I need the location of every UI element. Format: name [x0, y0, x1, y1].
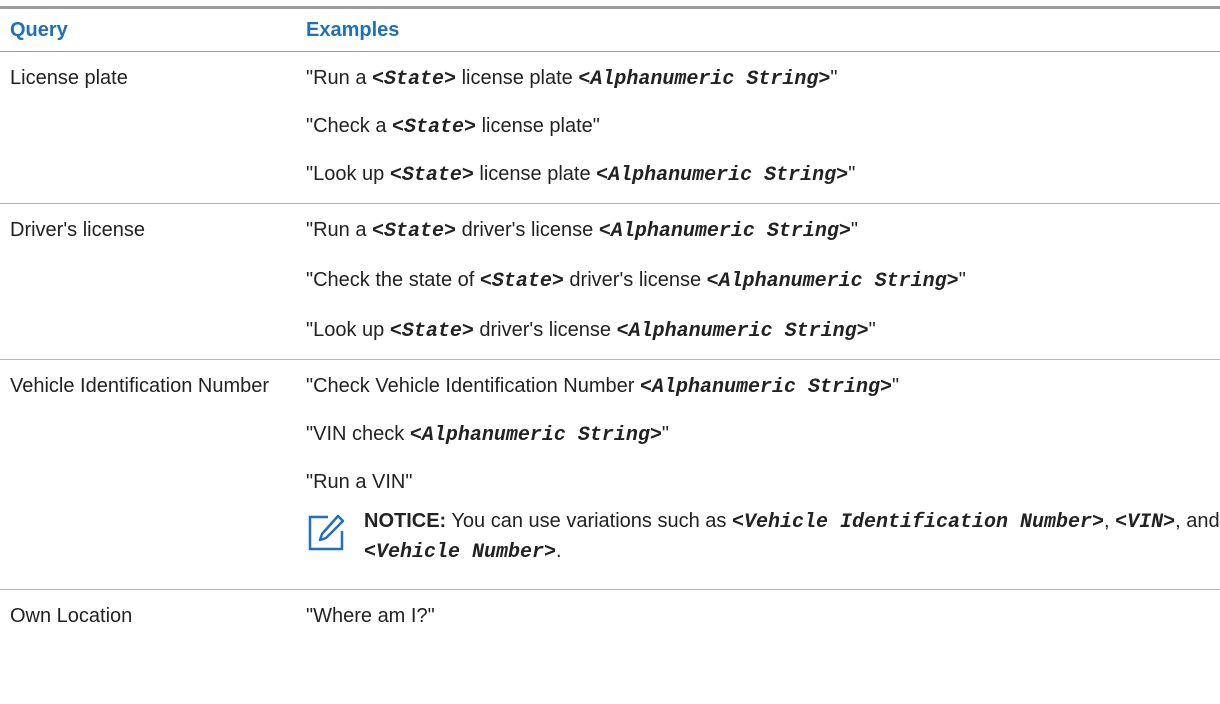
example-text: "Check a [306, 115, 393, 137]
query-cell: Driver's license [10, 219, 145, 241]
example-param: <Alphanumeric String> [639, 376, 892, 399]
example-line: "Where am I?" [306, 603, 1220, 629]
example-text: "Run a [306, 67, 373, 89]
notice-pencil-icon [306, 513, 346, 553]
notice-variation: <Vehicle Identification Number> [731, 511, 1105, 534]
example-line: "Check Vehicle Identification Number <Al… [306, 373, 1220, 401]
notice-body: , [1104, 510, 1116, 532]
example-param: <State> [372, 220, 457, 243]
notice-text: NOTICE: You can use variations such as <… [364, 507, 1220, 567]
example-text: " [850, 219, 858, 241]
example-line: "Check the state of <State> driver's lic… [306, 265, 1220, 297]
notice-body: You can use variations such as [446, 510, 732, 532]
query-examples-table: Query Examples License plate "Run a <Sta… [0, 6, 1220, 643]
example-text: license plate [473, 163, 597, 185]
example-param: <Alphanumeric String> [409, 424, 662, 447]
example-text: driver's license [563, 269, 707, 291]
examples-cell: "Run a <State> driver's license <Alphanu… [290, 204, 1220, 359]
example-param: <Alphanumeric String> [598, 220, 851, 243]
example-param: <State> [479, 270, 564, 293]
examples-cell: "Check Vehicle Identification Number <Al… [290, 360, 1220, 589]
example-text: driver's license [456, 219, 599, 241]
example-text: license plate" [476, 115, 600, 137]
example-param: <State> [389, 164, 474, 187]
example-text: license plate [456, 67, 579, 89]
example-param: <Alphanumeric String> [616, 320, 869, 343]
examples-cell: "Run a <State> license plate <Alphanumer… [290, 52, 1220, 203]
table-row: Driver's license "Run a <State> driver's… [0, 204, 1220, 360]
example-param: <Alphanumeric String> [706, 270, 959, 293]
example-text: " [661, 423, 669, 445]
example-text: "Run a VIN" [306, 471, 413, 493]
example-text: driver's license [473, 319, 617, 341]
notice-label: NOTICE: [364, 510, 447, 532]
example-line: "VIN check <Alphanumeric String>" [306, 421, 1220, 449]
example-line: "Run a VIN" [306, 469, 1220, 495]
example-text: " [891, 375, 900, 397]
notice-body: , and [1175, 510, 1220, 532]
example-param: <Alphanumeric String> [578, 68, 831, 91]
query-cell: Vehicle Identification Number [10, 375, 270, 397]
header-examples: Examples [306, 19, 400, 41]
examples-cell: "Where am I?" [290, 590, 1220, 643]
example-line: "Run a <State> license plate <Alphanumer… [306, 65, 1220, 93]
example-line: "Look up <State> driver's license <Alpha… [306, 317, 1220, 345]
example-text: "VIN check [306, 423, 410, 445]
example-param: <Alphanumeric String> [596, 164, 849, 187]
notice-box: NOTICE: You can use variations such as <… [306, 507, 1220, 567]
example-text: " [868, 319, 876, 341]
example-param: <State> [389, 320, 474, 343]
example-text: " [958, 269, 966, 291]
example-text: "Check the state of [306, 269, 480, 291]
notice-body: . [556, 540, 562, 562]
example-line: "Run a <State> driver's license <Alphanu… [306, 217, 1220, 245]
notice-variation: <VIN> [1115, 511, 1176, 534]
query-cell: Own Location [10, 605, 133, 627]
example-text: "Look up [306, 163, 390, 185]
query-cell: License plate [10, 67, 128, 89]
example-text: "Look up [306, 319, 390, 341]
example-text: " [848, 163, 856, 185]
example-text: " [830, 67, 838, 89]
example-line: "Check a <State> license plate" [306, 113, 1220, 141]
example-param: <State> [392, 116, 477, 139]
table-row: License plate "Run a <State> license pla… [0, 52, 1220, 204]
notice-variation: <Vehicle Number> [364, 541, 557, 564]
example-param: <State> [372, 68, 457, 91]
example-text: "Run a [306, 219, 373, 241]
table-row: Own Location "Where am I?" [0, 590, 1220, 643]
example-line: "Look up <State> license plate <Alphanum… [306, 161, 1220, 189]
table-row: Vehicle Identification Number "Check Veh… [0, 360, 1220, 590]
table-header-row: Query Examples [0, 9, 1220, 52]
header-query: Query [10, 19, 68, 41]
example-text: "Where am I?" [306, 605, 435, 627]
example-text: "Check Vehicle Identification Number [306, 375, 640, 397]
